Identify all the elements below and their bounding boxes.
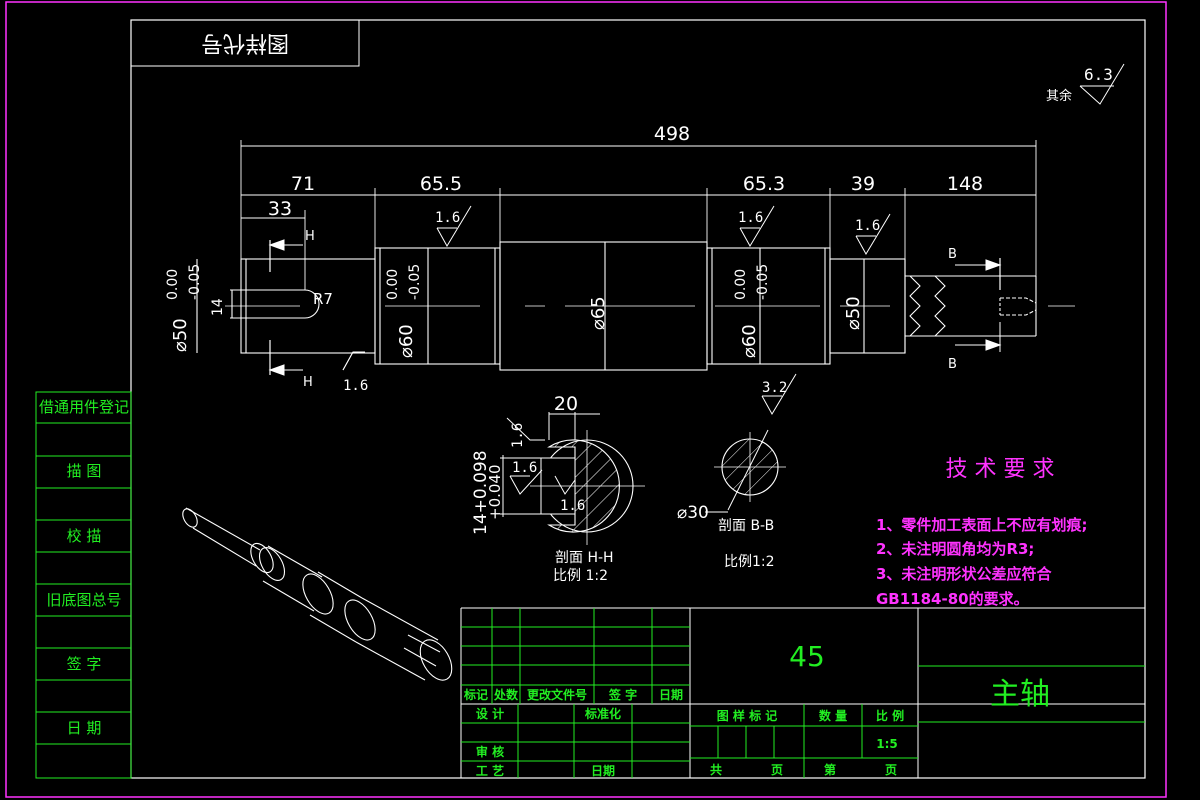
rev-h-1: 处数 bbox=[493, 687, 519, 702]
material: 45 bbox=[789, 640, 825, 673]
side-cell-5: 日 期 bbox=[67, 719, 102, 737]
tb-date: 日期 bbox=[591, 763, 615, 778]
tb-scale-value: 1:5 bbox=[876, 737, 898, 751]
tol-lower-2: -0.05 bbox=[407, 264, 423, 300]
tb-quantity: 数 量 bbox=[819, 708, 847, 723]
svg-text:6.3: 6.3 bbox=[1084, 65, 1113, 84]
ra-hh-3: 1.6 bbox=[560, 498, 585, 514]
tol-lower-1: -0.05 bbox=[187, 264, 203, 300]
dia30: ⌀30 bbox=[677, 503, 709, 523]
svg-text:H: H bbox=[303, 375, 313, 390]
roughness-other: 其余 6.3 bbox=[1046, 63, 1125, 105]
tb-stage-mark: 图 样 标 记 bbox=[717, 708, 778, 723]
dim-71: 71 bbox=[291, 173, 315, 195]
tech-req-item-1: 2、未注明圆角均为R3; bbox=[876, 540, 1034, 558]
ra-hh-1: 1.6 bbox=[510, 423, 526, 448]
dim-total: 498 bbox=[654, 123, 690, 145]
cad-drawing: 图样代号 借通用件登记 描 图 校 描 旧底图总号 签 字 日 期 其余 6.3 bbox=[5, 1, 1167, 798]
dia60-right: ⌀60 bbox=[739, 324, 760, 358]
tb-standardize: 标准化 bbox=[584, 706, 621, 721]
drawing-number-text: 图样代号 bbox=[201, 30, 289, 55]
section-mark-b: B B bbox=[948, 247, 1002, 372]
svg-text:其余: 其余 bbox=[1046, 88, 1072, 104]
rev-h-2: 更改文件号 bbox=[527, 687, 587, 702]
ra-hh-2: 1.6 bbox=[512, 460, 537, 476]
ra-5: 3.2 bbox=[762, 380, 787, 396]
keyway-width: 20 bbox=[554, 393, 578, 415]
dia60-left: ⌀60 bbox=[396, 324, 417, 358]
dim-33: 33 bbox=[268, 198, 292, 220]
tol-lower-3: -0.05 bbox=[755, 264, 771, 300]
ra-3: 1.6 bbox=[855, 218, 880, 234]
dim-39: 39 bbox=[851, 173, 875, 195]
section-bb bbox=[705, 429, 786, 513]
part-name: 主轴 bbox=[990, 677, 1050, 712]
rev-h-0: 标记 bbox=[463, 687, 488, 702]
tb-design: 设 计 bbox=[476, 706, 504, 721]
tech-req-item-2: 3、未注明形状公差应符合 bbox=[876, 565, 1052, 583]
side-cell-4: 签 字 bbox=[67, 655, 102, 673]
dim-148: 148 bbox=[947, 173, 983, 195]
tb-process: 工 艺 bbox=[476, 763, 504, 778]
shaft-isometric bbox=[182, 507, 453, 681]
tol-upper-3: 0.00 bbox=[733, 269, 749, 300]
tech-req-title: 技 术 要 求 bbox=[946, 457, 1055, 482]
tech-req-item-0: 1、零件加工表面上不应有划痕; bbox=[876, 516, 1087, 534]
tb-review: 审 核 bbox=[476, 744, 504, 759]
svg-text:B: B bbox=[948, 357, 957, 372]
tb-sheet-no: 第 bbox=[824, 762, 836, 777]
tb-total: 共 bbox=[710, 762, 722, 777]
tb-sheet: 页 bbox=[771, 763, 783, 777]
ra-1: 1.6 bbox=[435, 210, 460, 226]
rev-h-4: 日期 bbox=[659, 687, 683, 702]
side-cell-3: 旧底图总号 bbox=[46, 591, 121, 609]
inner-frame bbox=[130, 19, 1146, 779]
dim-65-3: 65.3 bbox=[743, 173, 785, 195]
side-cell-0: 借通用件登记 bbox=[39, 398, 129, 416]
tb-sheet2: 页 bbox=[885, 763, 897, 777]
tol-upper-2: 0.00 bbox=[385, 269, 401, 300]
keyway-tol2: +0.040 bbox=[486, 464, 504, 520]
section-bb-title: 剖面 B-B bbox=[718, 518, 774, 534]
tech-req-item-3: GB1184-80的要求。 bbox=[876, 590, 1029, 608]
side-table: 借通用件登记 描 图 校 描 旧底图总号 签 字 日 期 bbox=[35, 391, 132, 779]
svg-text:H: H bbox=[305, 229, 315, 244]
horizontal-dimensions bbox=[240, 140, 1037, 290]
roughness-symbols bbox=[342, 205, 891, 415]
dia50-left: ⌀50 bbox=[170, 318, 191, 352]
dia50-right: ⌀50 bbox=[843, 296, 864, 330]
tol-upper-1: 0.00 bbox=[165, 269, 181, 300]
ra-4: 1.6 bbox=[343, 378, 368, 394]
rev-h-3: 签 字 bbox=[608, 687, 637, 702]
dia65: ⌀65 bbox=[588, 296, 609, 330]
section-mark-h: H H bbox=[268, 229, 315, 390]
section-hh-title: 剖面 H-H bbox=[555, 550, 614, 566]
side-cell-2: 校 描 bbox=[67, 527, 102, 545]
svg-text:B: B bbox=[948, 247, 957, 262]
ra-2: 1.6 bbox=[738, 210, 763, 226]
dim-65-5: 65.5 bbox=[420, 173, 462, 195]
section-hh-scale: 比例 1:2 bbox=[553, 568, 608, 584]
key-width: 14 bbox=[210, 298, 226, 316]
tb-scale-label: 比 例 bbox=[876, 708, 904, 723]
side-cell-1: 描 图 bbox=[67, 462, 102, 480]
radius: R7 bbox=[313, 290, 333, 308]
section-bb-scale: 比例1:2 bbox=[724, 554, 775, 570]
